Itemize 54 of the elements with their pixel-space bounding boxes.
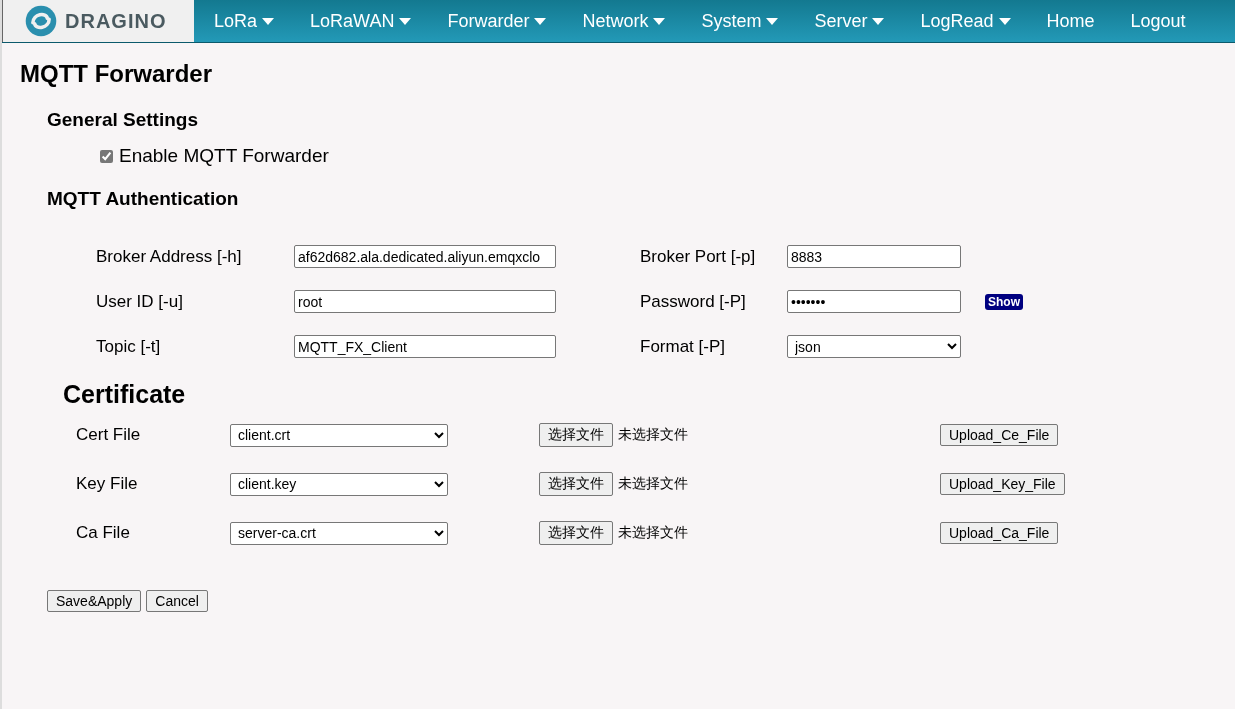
field-label: Key File [76, 474, 139, 494]
caret-icon [766, 17, 779, 25]
caret-icon [653, 17, 666, 25]
nav-menu-item[interactable]: Logout [1112, 0, 1204, 42]
section-heading: Certificate [63, 380, 187, 409]
caret-icon [262, 17, 275, 25]
field-label: Format [-P] [640, 336, 726, 357]
show-password-button[interactable]: Show [985, 293, 1023, 310]
nav-menu-item[interactable]: Network [564, 0, 684, 42]
nav-menu-item[interactable]: LoRaWAN [292, 0, 430, 42]
form-button[interactable]: Cancel [146, 590, 208, 612]
field-label: Broker Address [-h] [96, 246, 243, 267]
input-field[interactable]: MQTT_FX_Client [294, 335, 556, 358]
file-status-text: 未选择文件 [618, 475, 688, 493]
checkbox-label: Enable MQTT Forwarder [119, 145, 329, 167]
field-label: Topic [-t] [96, 336, 162, 357]
field-label: Cert File [76, 425, 142, 445]
section-heading: General Settings [47, 109, 199, 131]
section-heading: MQTT Authentication [47, 188, 240, 210]
input-field[interactable]: 8883 [787, 245, 961, 268]
caret-icon [872, 17, 885, 25]
nav-menu-item[interactable]: System [683, 0, 797, 42]
nav-menu-item[interactable]: Forwarder [429, 0, 565, 42]
choose-file-button[interactable]: 选择文件 [539, 521, 613, 545]
form-button[interactable]: Save&Apply [47, 590, 142, 612]
field-label: User ID [-u] [96, 291, 184, 312]
logo-icon [23, 3, 59, 39]
caret-icon [998, 17, 1011, 25]
file-dropdown[interactable]: client.key [230, 472, 448, 496]
field-label: Broker Port [-p] [640, 246, 757, 267]
field-label: Ca File [76, 523, 131, 543]
caret-icon [534, 17, 547, 25]
input-field[interactable]: root [294, 290, 556, 313]
file-dropdown[interactable]: server-ca.crt [230, 521, 448, 545]
file-status-text: 未选择文件 [618, 524, 688, 542]
logo-text: DRAGINO [65, 9, 167, 33]
enable-checkbox[interactable] [100, 149, 113, 163]
page-title: MQTT Forwarder [20, 60, 213, 88]
input-field[interactable]: af62d682.ala.dedicated.aliyun.emqxclo [294, 245, 556, 268]
upload-button[interactable]: Upload_Ca_File [940, 522, 1059, 544]
file-status-text: 未选择文件 [618, 426, 688, 444]
upload-button[interactable]: Upload_Ce_File [940, 424, 1059, 446]
upload-button[interactable]: Upload_Key_File [940, 473, 1065, 495]
nav-menu-item[interactable]: Home [1028, 0, 1113, 42]
password-field[interactable]: ••••••• [787, 290, 961, 313]
choose-file-button[interactable]: 选择文件 [539, 472, 613, 496]
file-dropdown[interactable]: client.crt [230, 423, 448, 447]
choose-file-button[interactable]: 选择文件 [539, 423, 613, 447]
nav-menu-item[interactable]: Server [796, 0, 903, 42]
caret-icon [399, 17, 412, 25]
nav-menu-item[interactable]: LogRead [902, 0, 1029, 42]
nav-menu-item[interactable]: LoRa [194, 0, 293, 42]
field-label: Password [-P] [640, 291, 747, 312]
format-dropdown[interactable]: json [787, 335, 961, 358]
